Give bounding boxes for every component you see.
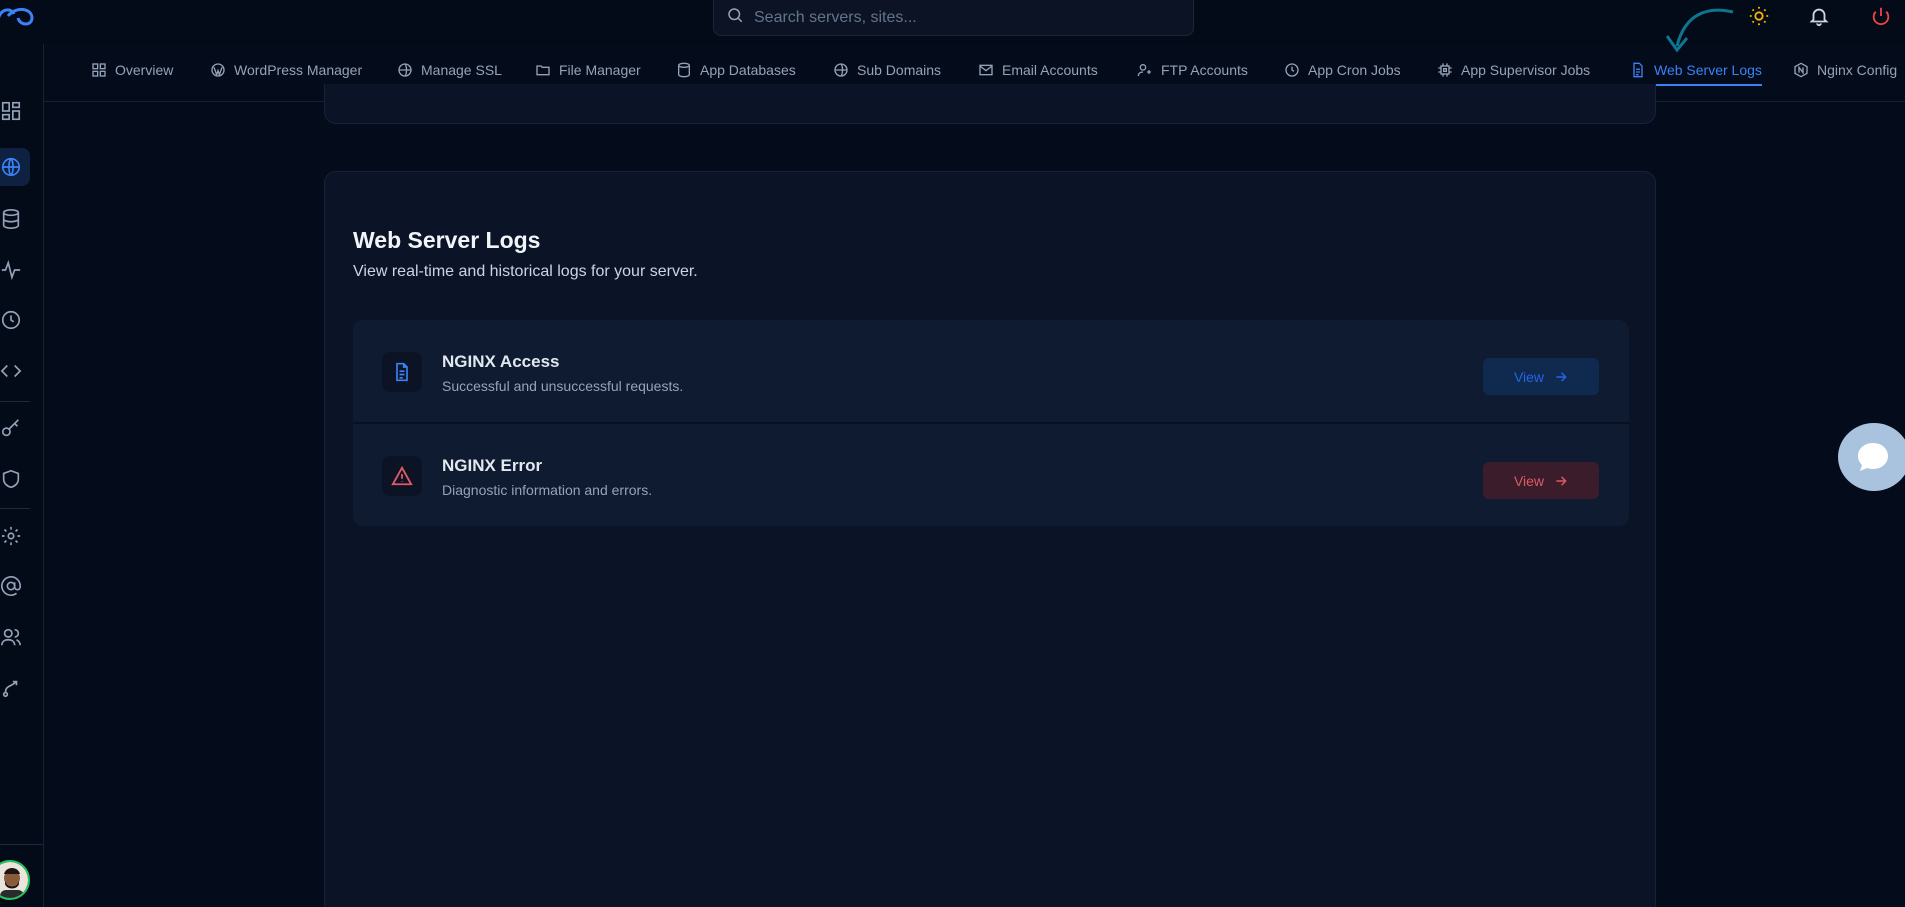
- mail-icon: [979, 64, 993, 76]
- chat-icon: [1858, 443, 1888, 471]
- button-label: View: [1513, 368, 1545, 385]
- list-item-nginx-error: NGINX Error Diagnostic information and e…: [353, 424, 1629, 526]
- folder-icon: [536, 65, 550, 76]
- sun-icon[interactable]: [1746, 3, 1772, 29]
- tab-label: WordPress Manager: [234, 62, 363, 78]
- tab-app-supervisor-jobs[interactable]: App Supervisor Jobs: [1437, 52, 1590, 88]
- tab-wordpress-manager[interactable]: WordPress Manager: [210, 52, 362, 88]
- logo-icon[interactable]: [0, 2, 38, 30]
- top-bar: [0, 0, 1905, 53]
- hexagon-icon: [1794, 62, 1808, 78]
- tab-web-server-logs[interactable]: Web Server Logs: [1630, 52, 1762, 88]
- tab-label: Nginx Config: [1817, 62, 1898, 78]
- tab-manage-ssl[interactable]: Manage SSL: [397, 52, 502, 88]
- globe-icon: [398, 63, 412, 77]
- left-rail: [0, 44, 44, 907]
- button-label: View: [1513, 472, 1545, 489]
- tab-label: File Manager: [559, 62, 641, 78]
- tab-sub-domains[interactable]: Sub Domains: [833, 52, 941, 88]
- search-bar[interactable]: [713, 0, 1194, 36]
- power-icon[interactable]: [1868, 3, 1894, 29]
- avatar[interactable]: [0, 860, 30, 900]
- key-icon[interactable]: [0, 410, 30, 448]
- log-description: Diagnostic information and errors.: [442, 482, 653, 498]
- tab-label: Sub Domains: [857, 62, 942, 78]
- view-access-log-button[interactable]: View: [1483, 358, 1599, 395]
- settings-icon[interactable]: [0, 517, 30, 555]
- arrow-right-icon: [1556, 475, 1567, 486]
- file-text-icon: [1633, 62, 1643, 78]
- log-name: NGINX Error: [442, 456, 543, 475]
- tab-label: App Supervisor Jobs: [1461, 62, 1591, 78]
- cpu-icon: [1438, 63, 1452, 77]
- tab-label: Email Accounts: [1002, 62, 1098, 78]
- tab-label: Manage SSL: [421, 62, 502, 78]
- grid-icon: [92, 63, 106, 77]
- tab-ftp-accounts[interactable]: FTP Accounts: [1137, 52, 1248, 88]
- wordpress-icon: [211, 63, 225, 77]
- tab-file-manager[interactable]: File Manager: [535, 52, 641, 88]
- tab-app-databases[interactable]: App Databases: [676, 52, 796, 88]
- tab-label: App Cron Jobs: [1308, 62, 1401, 78]
- clock-globe-icon: [1285, 63, 1299, 77]
- bell-icon[interactable]: [1806, 3, 1832, 29]
- tab-label: Overview: [115, 62, 174, 78]
- view-error-log-button[interactable]: View: [1483, 462, 1599, 499]
- clock-icon[interactable]: [0, 301, 30, 339]
- globe-icon[interactable]: [0, 148, 30, 186]
- tab-nginx-config[interactable]: Nginx Config: [1793, 52, 1897, 88]
- log-description: Successful and unsuccessful requests.: [442, 378, 684, 394]
- tab-email-accounts[interactable]: Email Accounts: [978, 52, 1098, 88]
- tab-label: FTP Accounts: [1161, 62, 1248, 78]
- tab-label: Web Server Logs: [1654, 62, 1762, 78]
- list-item-nginx-access: NGINX Access Successful and unsuccessful…: [353, 320, 1629, 422]
- web-server-logs-card: Web Server Logs View real-time and histo…: [324, 171, 1656, 907]
- database-icon: [678, 62, 690, 78]
- search-input[interactable]: [754, 8, 1154, 27]
- database-icon[interactable]: [0, 200, 30, 238]
- route-icon[interactable]: [0, 669, 30, 707]
- page-subtitle: View real-time and historical logs for y…: [353, 263, 698, 280]
- log-list: NGINX Access Successful and unsuccessful…: [353, 320, 1629, 526]
- users-icon[interactable]: [0, 618, 30, 656]
- previous-card: [324, 84, 1656, 124]
- chat-widget-button[interactable]: [1838, 423, 1905, 491]
- globe-icon: [834, 63, 848, 77]
- page-title: Web Server Logs: [353, 227, 541, 253]
- activity-icon[interactable]: [0, 251, 30, 289]
- user-plus-icon: [1137, 63, 1151, 77]
- arrow-right-icon: [1556, 371, 1567, 382]
- at-icon[interactable]: [0, 567, 30, 605]
- file-text-icon: [382, 352, 422, 392]
- warning-icon: [382, 456, 422, 496]
- log-name: NGINX Access: [442, 352, 560, 371]
- tab-overview[interactable]: Overview: [91, 52, 173, 88]
- tab-app-cron-jobs[interactable]: App Cron Jobs: [1284, 52, 1401, 88]
- dashboard-icon[interactable]: [0, 92, 30, 130]
- code-icon[interactable]: [0, 352, 30, 390]
- search-icon: [726, 6, 744, 29]
- shield-icon[interactable]: [0, 460, 30, 498]
- tab-label: App Databases: [700, 62, 796, 78]
